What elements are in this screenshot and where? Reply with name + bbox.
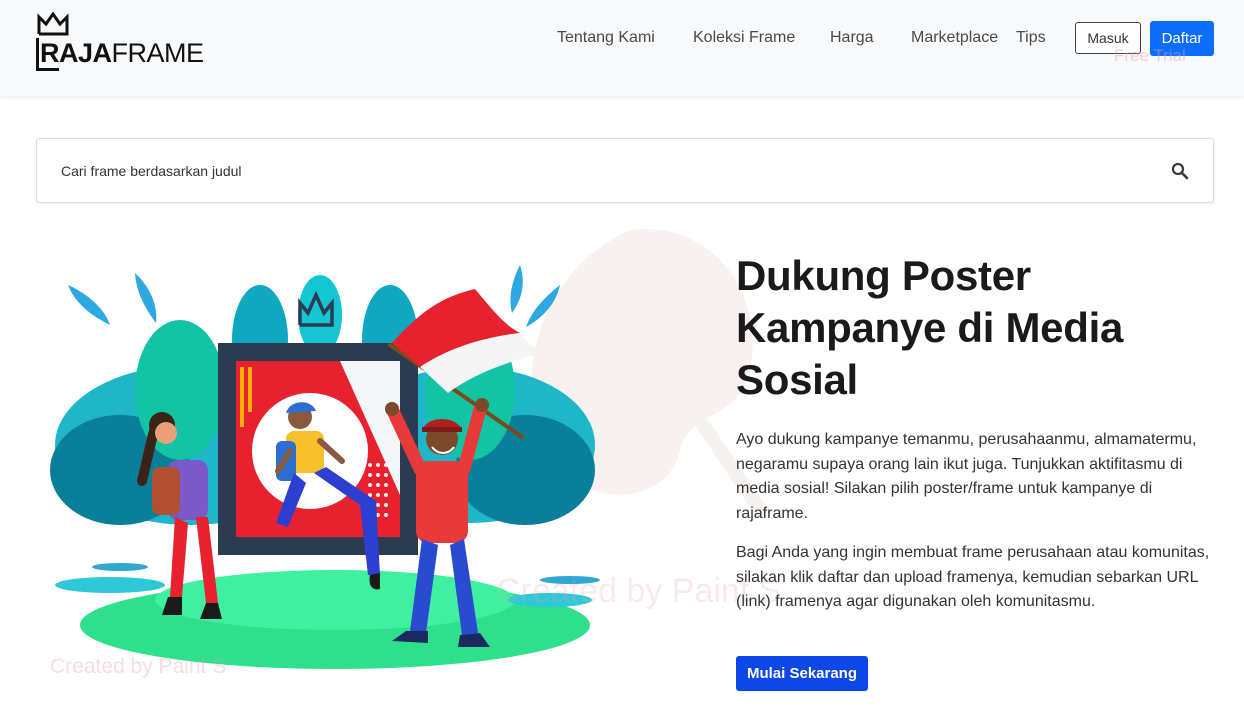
hero-title: Dukung Poster Kampanye di Media Sosial	[736, 252, 1124, 403]
crown-icon	[37, 12, 69, 36]
nav-link-marketplace[interactable]: Marketplace	[911, 29, 998, 47]
nav-link-koleksi-frame[interactable]: Koleksi Frame	[693, 29, 795, 47]
hero-paragraph-1: Ayo dukung kampanye temanmu, perusahaanm…	[736, 431, 1197, 522]
register-button[interactable]: Daftar	[1150, 21, 1214, 56]
search-input[interactable]	[61, 155, 1141, 187]
nav-link-harga[interactable]: Harga	[830, 29, 874, 47]
hero-paragraph-2: Bagi Anda yang ingin membuat frame perus…	[736, 544, 1210, 610]
nav-link-tips[interactable]: Tips	[1016, 29, 1046, 47]
search-icon[interactable]	[1171, 162, 1189, 180]
hero-illustration	[50, 265, 600, 669]
logo-wordmark: RAJAFRAME	[36, 38, 204, 71]
brand-logo[interactable]: RAJAFRAME	[36, 12, 204, 72]
get-started-button[interactable]: Mulai Sekarang	[736, 656, 868, 691]
navbar: RAJAFRAME Tentang Kami Koleksi Frame Har…	[0, 0, 1244, 96]
search-bar	[36, 138, 1214, 203]
login-button[interactable]: Masuk	[1075, 22, 1141, 54]
nav-link-tentang-kami[interactable]: Tentang Kami	[557, 29, 655, 47]
